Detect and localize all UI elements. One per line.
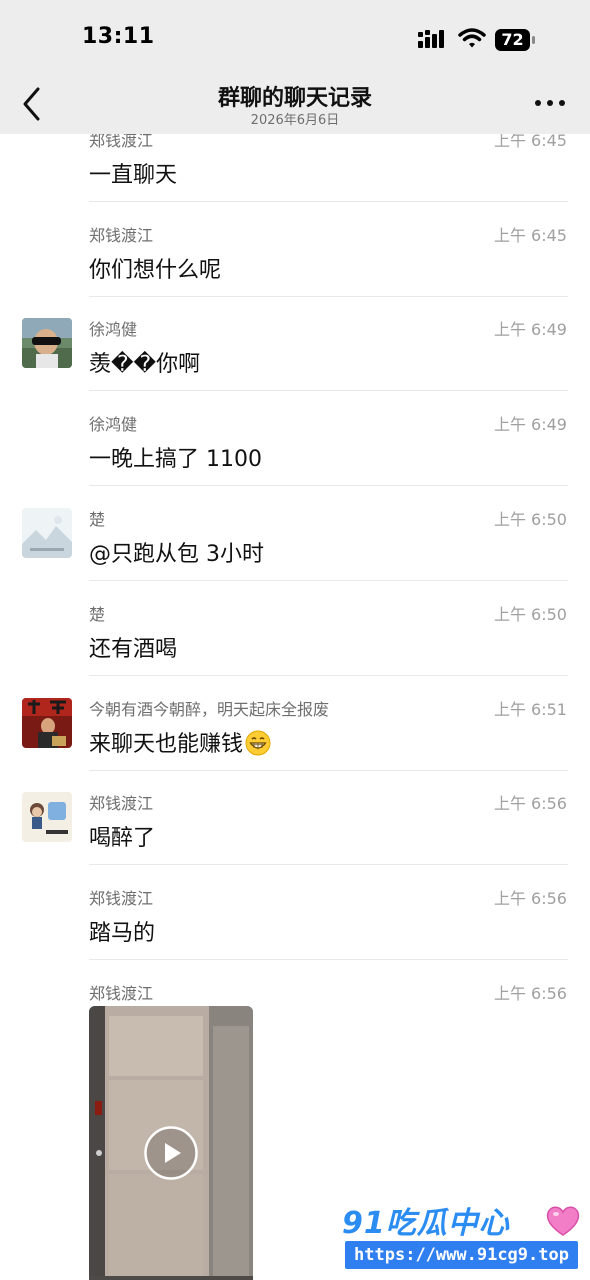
message-time: 上午 6:45 bbox=[493, 134, 567, 150]
message-item[interactable]: 郑钱渡江 上午 6:56 踏马的 bbox=[0, 865, 590, 960]
avatar[interactable] bbox=[22, 698, 72, 748]
video-attachment[interactable] bbox=[89, 1006, 253, 1280]
message-text: 一直聊天 bbox=[89, 163, 178, 188]
message-item[interactable]: 今朝有酒今朝醉，明天起床全报废 上午 6:51 来聊天也能赚钱 bbox=[0, 676, 590, 771]
sender-name: 楚 bbox=[89, 605, 106, 624]
sender-name: 郑钱渡江 bbox=[89, 794, 154, 813]
back-button[interactable] bbox=[16, 84, 46, 124]
top-bar: 13:11 72 群聊的聊天记录 2026年6月6日 bbox=[0, 0, 590, 134]
sender-name: 楚 bbox=[89, 510, 106, 529]
message-time: 上午 6:56 bbox=[493, 889, 567, 908]
message-time: 上午 6:56 bbox=[493, 984, 567, 1003]
message-time: 上午 6:49 bbox=[493, 320, 567, 339]
message-time: 上午 6:50 bbox=[493, 605, 567, 624]
message-text: 一晚上搞了 1100 bbox=[89, 447, 262, 472]
message-text: 来聊天也能赚钱 bbox=[89, 726, 271, 758]
message-text: 羡��你啊 bbox=[89, 352, 201, 377]
message-list[interactable]: 郑钱渡江 上午 6:45 一直聊天 郑钱渡江 上午 6:45 你们想什么呢 徐鸿… bbox=[0, 134, 590, 1280]
wifi-icon bbox=[458, 28, 486, 48]
sender-name: 徐鸿健 bbox=[89, 320, 138, 339]
status-time: 13:11 bbox=[82, 24, 155, 49]
play-icon[interactable] bbox=[144, 1126, 198, 1180]
watermark-logo: 91吃瓜中心 bbox=[342, 1206, 510, 1241]
watermark-url: https://www.91cg9.top bbox=[345, 1241, 578, 1269]
message-text: 喝醉了 bbox=[89, 826, 156, 851]
more-options-button[interactable] bbox=[532, 94, 568, 112]
message-item[interactable]: 楚 上午 6:50 还有酒喝 bbox=[0, 581, 590, 676]
sender-name: 郑钱渡江 bbox=[89, 134, 154, 150]
battery-level: 72 bbox=[501, 30, 524, 49]
message-text: 你们想什么呢 bbox=[89, 258, 222, 283]
message-text: @只跑从包 3小时 bbox=[89, 542, 264, 567]
message-item[interactable]: 徐鸿健 上午 6:49 羡��你啊 bbox=[0, 296, 590, 391]
grinning-face-icon bbox=[245, 730, 271, 756]
avatar[interactable] bbox=[22, 792, 72, 842]
sender-name: 今朝有酒今朝醉，明天起床全报废 bbox=[89, 700, 330, 719]
heart-icon bbox=[546, 1206, 580, 1236]
message-item[interactable]: 徐鸿健 上午 6:49 一晚上搞了 1100 bbox=[0, 391, 590, 486]
message-item[interactable]: 楚 上午 6:50 @只跑从包 3小时 bbox=[0, 486, 590, 581]
page-title: 群聊的聊天记录 bbox=[217, 86, 372, 111]
message-time: 上午 6:51 bbox=[493, 700, 567, 719]
message-item[interactable]: 郑钱渡江 上午 6:45 一直聊天 bbox=[0, 134, 590, 202]
cellular-signal-icon bbox=[418, 30, 444, 48]
sender-name: 郑钱渡江 bbox=[89, 889, 154, 908]
message-time: 上午 6:45 bbox=[493, 226, 567, 245]
message-item[interactable]: 郑钱渡江 上午 6:45 你们想什么呢 bbox=[0, 202, 590, 297]
sender-name: 徐鸿健 bbox=[89, 415, 138, 434]
page-subtitle: 2026年6月6日 bbox=[250, 113, 340, 128]
avatar[interactable] bbox=[22, 318, 72, 368]
avatar[interactable] bbox=[22, 508, 72, 558]
message-text: 踏马的 bbox=[89, 921, 156, 946]
sender-name: 郑钱渡江 bbox=[89, 226, 154, 245]
message-time: 上午 6:56 bbox=[493, 794, 567, 813]
message-text: 还有酒喝 bbox=[89, 637, 178, 662]
sender-name: 郑钱渡江 bbox=[89, 984, 154, 1003]
message-time: 上午 6:49 bbox=[493, 415, 567, 434]
message-time: 上午 6:50 bbox=[493, 510, 567, 529]
message-item[interactable]: 郑钱渡江 上午 6:56 喝醉了 bbox=[0, 770, 590, 865]
